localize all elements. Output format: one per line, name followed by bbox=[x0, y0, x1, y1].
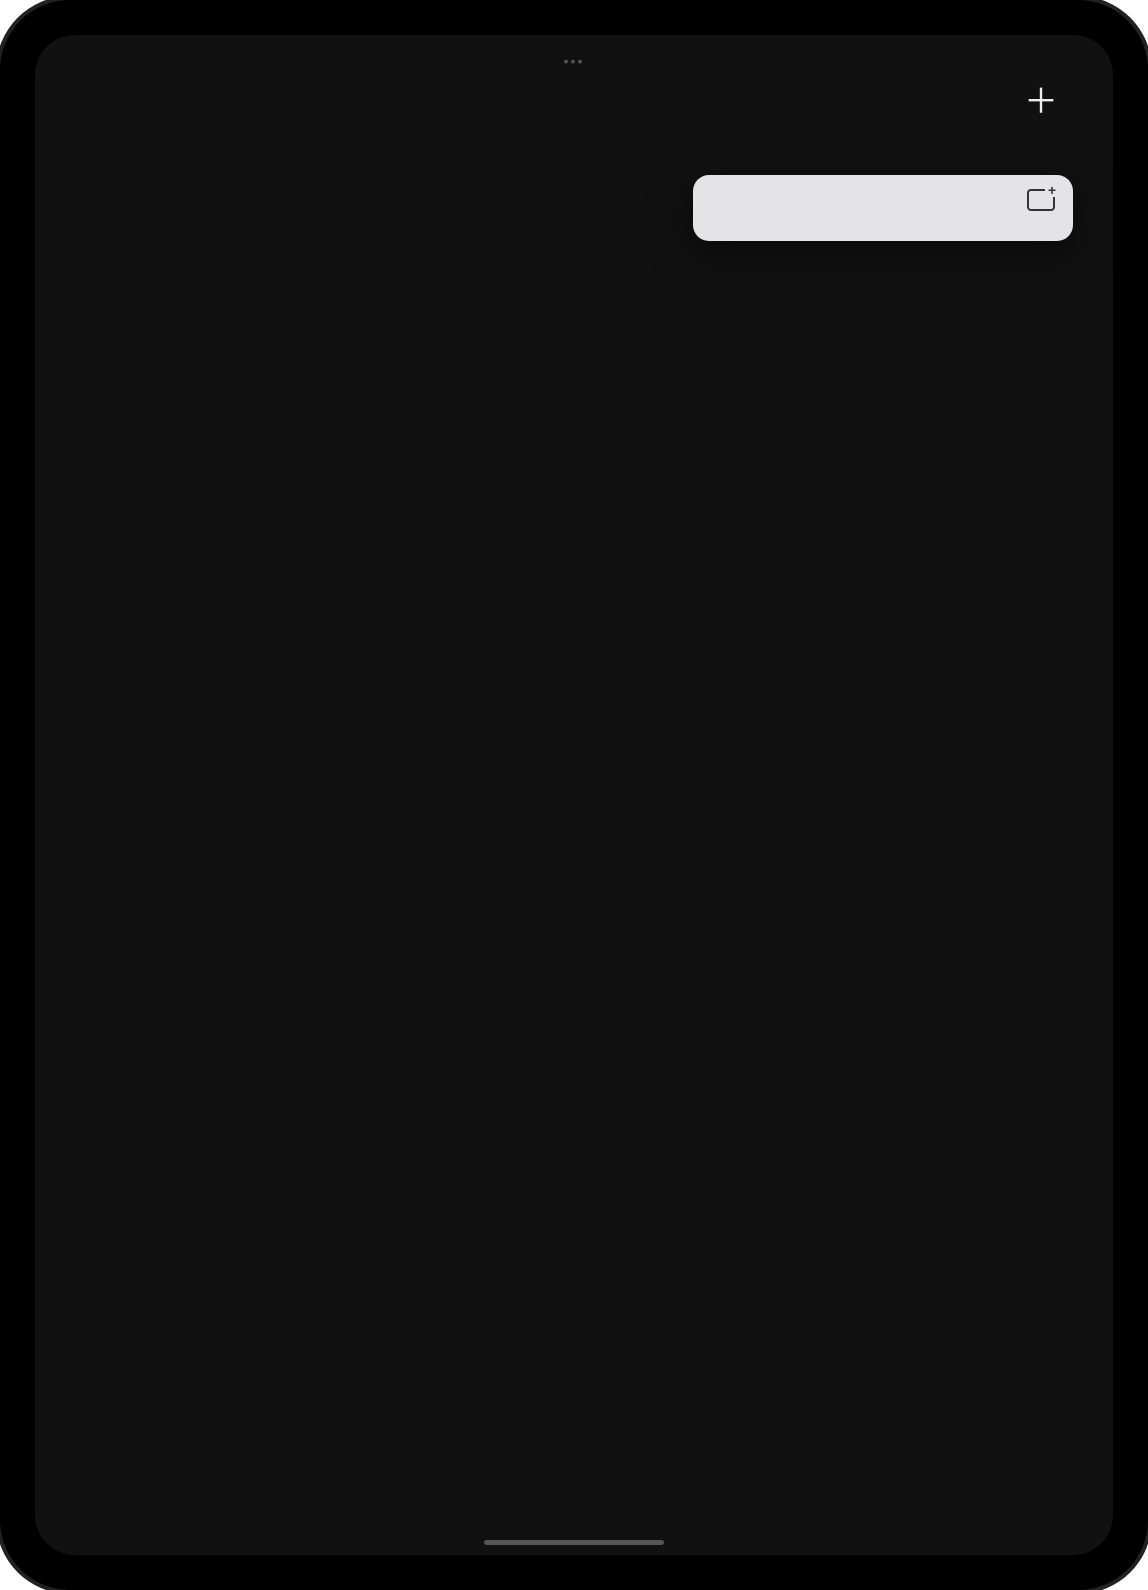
toolbar: ＋ bbox=[946, 85, 1058, 119]
popover-header bbox=[693, 175, 1073, 221]
custom-canvas-icon[interactable] bbox=[1027, 189, 1055, 211]
screen: ••• ＋ bbox=[35, 35, 1113, 1555]
ipad-frame: ••• ＋ bbox=[0, 0, 1148, 1590]
home-indicator[interactable] bbox=[484, 1540, 664, 1545]
header: ＋ bbox=[35, 35, 1113, 134]
preset-list bbox=[693, 221, 1073, 241]
new-canvas-popover bbox=[693, 175, 1073, 241]
notch-dots: ••• bbox=[564, 53, 585, 69]
add-icon[interactable]: ＋ bbox=[1024, 85, 1058, 119]
